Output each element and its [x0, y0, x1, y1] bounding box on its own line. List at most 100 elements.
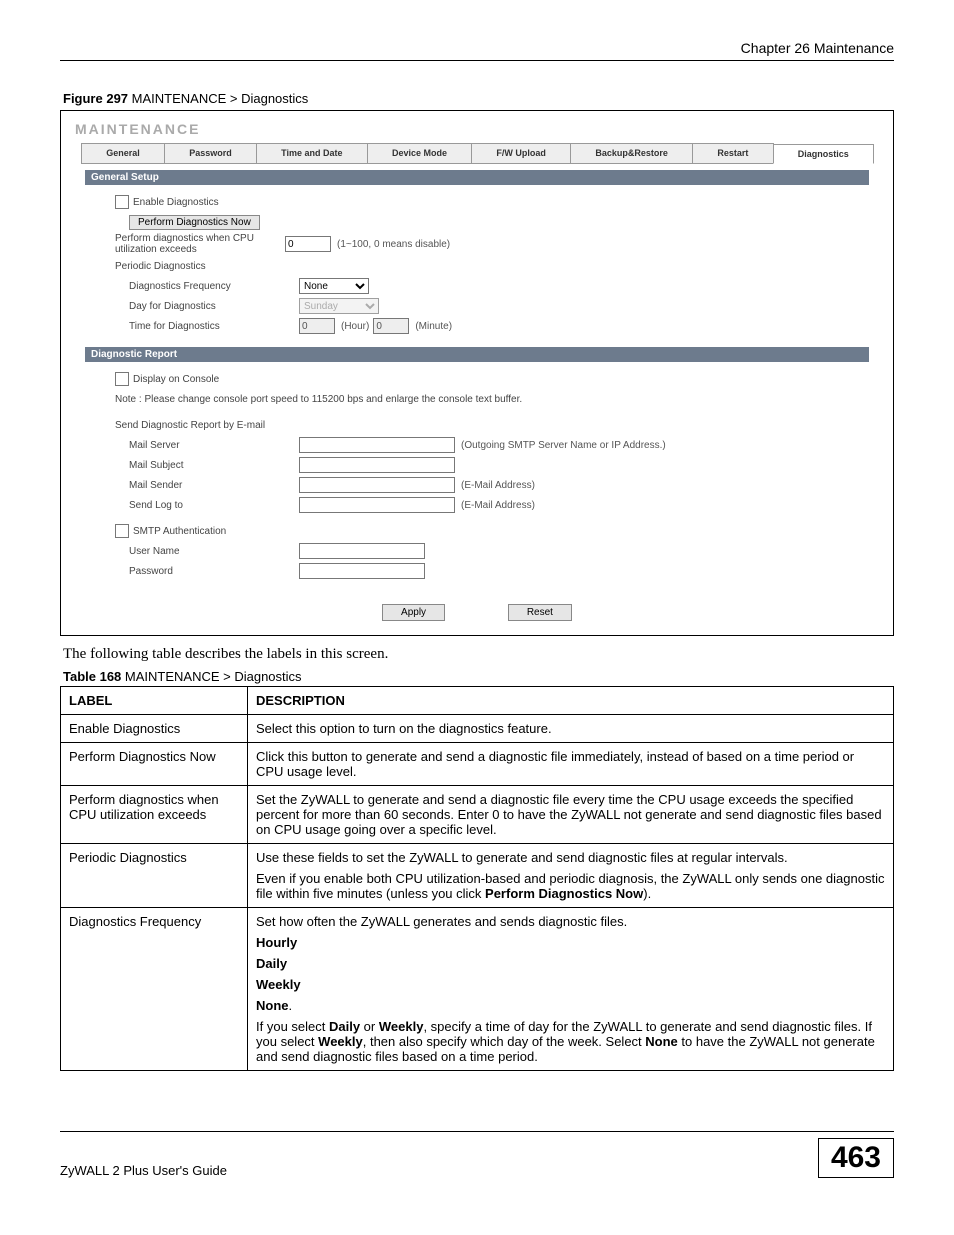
send-log-label: Send Log to	[115, 500, 299, 511]
td-label: Periodic Diagnostics	[61, 844, 248, 908]
tab-restart[interactable]: Restart	[692, 143, 773, 163]
chapter-header: Chapter 26 Maintenance	[60, 40, 894, 56]
tab-bar: General Password Time and Date Device Mo…	[81, 143, 873, 164]
tab-device-mode[interactable]: Device Mode	[367, 143, 472, 163]
td-desc: Set how often the ZyWALL generates and s…	[248, 908, 894, 1071]
th-label: LABEL	[61, 687, 248, 715]
table-number: Table 168	[63, 669, 121, 684]
body-text: The following table describes the labels…	[63, 646, 894, 663]
general-setup-body: Enable Diagnostics Perform Diagnostics N…	[85, 185, 869, 341]
td-desc: Set the ZyWALL to generate and send a di…	[248, 786, 894, 844]
mail-sender-hint: (E-Mail Address)	[461, 480, 535, 491]
table-row: Diagnostics Frequency Set how often the …	[61, 908, 894, 1071]
mail-sender-input[interactable]	[299, 477, 455, 493]
td-desc: Click this button to generate and send a…	[248, 743, 894, 786]
freq-label: Diagnostics Frequency	[115, 281, 299, 292]
smtp-auth-label: SMTP Authentication	[133, 526, 226, 537]
t-strong: Daily	[329, 1019, 360, 1034]
smtp-auth-checkbox[interactable]	[115, 524, 129, 538]
tab-time-date[interactable]: Time and Date	[256, 143, 368, 163]
username-label: User Name	[115, 546, 299, 557]
td-label: Enable Diagnostics	[61, 715, 248, 743]
password-label: Password	[115, 566, 299, 577]
top-rule	[60, 60, 894, 61]
maintenance-title: MAINTENANCE	[75, 121, 883, 137]
cpu-util-hint: (1~100, 0 means disable)	[337, 239, 450, 250]
table-row: Enable Diagnostics Select this option to…	[61, 715, 894, 743]
panel-body: General Setup Enable Diagnostics Perform…	[85, 170, 869, 621]
perform-diagnostics-now-button[interactable]: Perform Diagnostics Now	[129, 215, 260, 230]
minute-hint: (Minute)	[415, 321, 452, 332]
day-select[interactable]: Sunday	[299, 298, 379, 314]
t-strong: Perform Diagnostics Now	[485, 886, 643, 901]
tab-diagnostics[interactable]: Diagnostics	[773, 144, 874, 164]
desc-p1: Set how often the ZyWALL generates and s…	[256, 914, 885, 929]
footer-page-number: 463	[818, 1138, 894, 1178]
td-desc: Use these fields to set the ZyWALL to ge…	[248, 844, 894, 908]
t: , then also specify which day of the wee…	[363, 1034, 646, 1049]
desc-p2: Even if you enable both CPU utilization-…	[256, 871, 885, 901]
opt-daily: Daily	[256, 956, 287, 971]
tab-fw-upload[interactable]: F/W Upload	[471, 143, 571, 163]
send-log-hint: (E-Mail Address)	[461, 500, 535, 511]
mail-subject-label: Mail Subject	[115, 460, 299, 471]
hour-hint: (Hour)	[341, 321, 369, 332]
button-row: Apply Reset	[85, 604, 869, 621]
description-table: LABEL DESCRIPTION Enable Diagnostics Sel…	[60, 686, 894, 1071]
opt-none: None	[256, 998, 289, 1013]
figure-title: MAINTENANCE > Diagnostics	[128, 91, 308, 106]
table-row: Perform Diagnostics Now Click this butto…	[61, 743, 894, 786]
opt-hourly: Hourly	[256, 935, 297, 950]
reset-button[interactable]: Reset	[508, 604, 572, 621]
time-min-input[interactable]	[373, 318, 409, 334]
tab-password[interactable]: Password	[164, 143, 257, 163]
td-label: Diagnostics Frequency	[61, 908, 248, 1071]
t-strong: Weekly	[318, 1034, 363, 1049]
diagnostic-report-bar: Diagnostic Report	[85, 347, 869, 362]
table-row: Perform diagnostics when CPU utilization…	[61, 786, 894, 844]
tab-general[interactable]: General	[81, 143, 165, 163]
apply-button[interactable]: Apply	[382, 604, 445, 621]
password-input[interactable]	[299, 563, 425, 579]
mail-server-label: Mail Server	[115, 440, 299, 451]
screenshot-panel: MAINTENANCE General Password Time and Da…	[60, 110, 894, 636]
mail-server-input[interactable]	[299, 437, 455, 453]
figure-number: Figure 297	[63, 91, 128, 106]
console-note: Note : Please change console port speed …	[115, 394, 522, 405]
table-caption: Table 168 MAINTENANCE > Diagnostics	[63, 669, 894, 684]
general-setup-bar: General Setup	[85, 170, 869, 185]
desc-p1: Use these fields to set the ZyWALL to ge…	[256, 850, 885, 865]
t: ).	[643, 886, 651, 901]
enable-diagnostics-label: Enable Diagnostics	[133, 197, 219, 208]
figure-caption: Figure 297 MAINTENANCE > Diagnostics	[63, 91, 894, 106]
opt-weekly: Weekly	[256, 977, 301, 992]
display-console-checkbox[interactable]	[115, 372, 129, 386]
t-strong: Weekly	[379, 1019, 424, 1034]
table-title: MAINTENANCE > Diagnostics	[121, 669, 301, 684]
tab-backup-restore[interactable]: Backup&Restore	[570, 143, 693, 163]
diagnostic-report-body: Display on Console Note : Please change …	[85, 362, 869, 586]
td-label: Perform diagnostics when CPU utilization…	[61, 786, 248, 844]
page-footer: ZyWALL 2 Plus User's Guide 463	[60, 1131, 894, 1178]
periodic-diag-label: Periodic Diagnostics	[115, 261, 285, 272]
cpu-util-input[interactable]	[285, 236, 331, 252]
th-description: DESCRIPTION	[248, 687, 894, 715]
freq-select[interactable]: None	[299, 278, 369, 294]
display-console-label: Display on Console	[133, 374, 219, 385]
username-input[interactable]	[299, 543, 425, 559]
desc-p2: If you select Daily or Weekly, specify a…	[256, 1019, 885, 1064]
send-report-email-label: Send Diagnostic Report by E-mail	[115, 420, 265, 431]
mail-subject-input[interactable]	[299, 457, 455, 473]
mail-server-hint: (Outgoing SMTP Server Name or IP Address…	[461, 440, 666, 451]
time-label: Time for Diagnostics	[115, 321, 299, 332]
send-log-input[interactable]	[299, 497, 455, 513]
t-strong: None	[645, 1034, 678, 1049]
table-row: Periodic Diagnostics Use these fields to…	[61, 844, 894, 908]
footer-guide-name: ZyWALL 2 Plus User's Guide	[60, 1163, 227, 1178]
enable-diagnostics-checkbox[interactable]	[115, 195, 129, 209]
t: If you select	[256, 1019, 329, 1034]
td-desc: Select this option to turn on the diagno…	[248, 715, 894, 743]
time-hour-input[interactable]	[299, 318, 335, 334]
td-label: Perform Diagnostics Now	[61, 743, 248, 786]
mail-sender-label: Mail Sender	[115, 480, 299, 491]
